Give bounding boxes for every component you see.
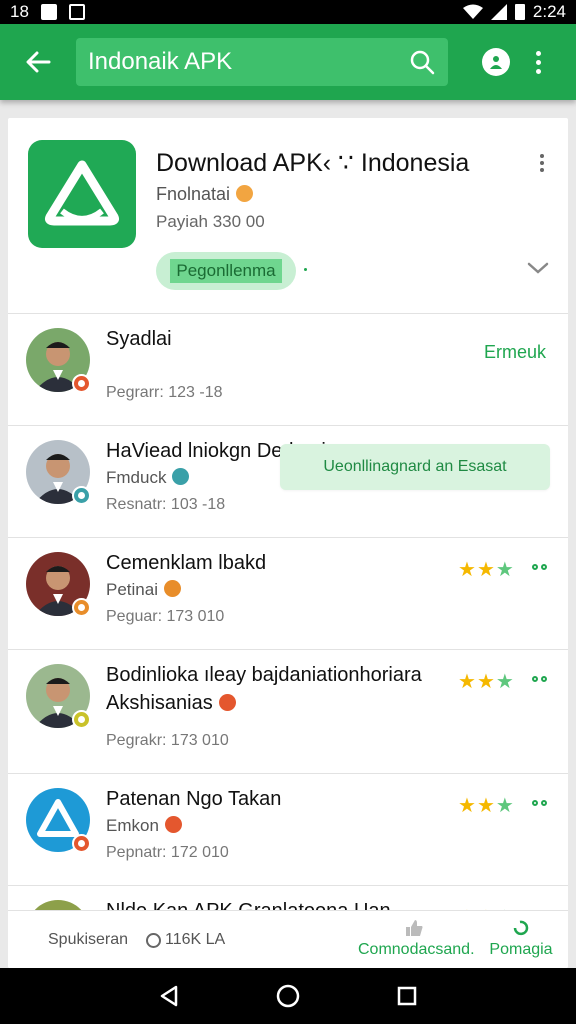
thumb-up-icon	[406, 920, 423, 936]
item-more-icon[interactable]	[532, 800, 547, 806]
emoji-icon	[164, 816, 182, 833]
list-item[interactable]: Syadlai Pegrarr: 123 -18 Ermeuk	[8, 314, 568, 426]
verified-badge-icon	[72, 598, 91, 617]
bottom-count: 116K LA	[146, 931, 225, 949]
status-bar: 18 2:24	[0, 0, 576, 24]
item-subtitle: Fmduck	[106, 468, 190, 488]
search-query[interactable]: Indonaik APK	[88, 48, 408, 76]
rating-stars: ★★★	[458, 560, 514, 580]
profile-button[interactable]	[482, 48, 510, 76]
image-notification-icon	[68, 4, 85, 20]
review-list: Syadlai Pegrarr: 123 -18 Ermeuk HaViead lni…	[8, 314, 568, 968]
star-icon: ★	[495, 795, 514, 817]
list-item[interactable]: Bodinlioka ıleay bajdaniationhoriara Aksh…	[8, 650, 568, 774]
item-title: Syadlai	[106, 328, 172, 350]
star-icon: ★	[476, 795, 495, 817]
bottom-action-button[interactable]: Comnodacsand.	[358, 919, 475, 959]
star-icon: ★	[458, 795, 476, 817]
star-icon: ★	[495, 559, 514, 581]
item-subtitle: Emkon	[106, 816, 182, 836]
item-more-icon[interactable]	[532, 676, 547, 682]
back-button[interactable]	[0, 24, 76, 100]
decor-dot	[304, 268, 307, 271]
app-meta: Payiah 330 00	[156, 212, 265, 231]
bottom-left-label[interactable]: Spukiseran	[48, 931, 128, 949]
search-input[interactable]: Indonaik APK	[76, 38, 448, 86]
install-button[interactable]: Pegonllenma	[156, 252, 296, 290]
triangle-back-icon	[161, 985, 178, 1007]
star-icon: ★	[476, 671, 495, 693]
system-nav-bar	[0, 968, 576, 1024]
bottom-secondary-button[interactable]: Pomagia	[486, 919, 556, 959]
verified-badge-icon	[72, 486, 91, 505]
item-subtitle: Petinai	[106, 580, 181, 600]
item-title: Cemenklam lbakd	[106, 552, 267, 574]
more-options-button[interactable]	[540, 154, 544, 172]
verified-badge-icon	[72, 834, 91, 853]
battery-icon	[514, 4, 525, 20]
nav-back-button[interactable]	[157, 984, 181, 1008]
list-item[interactable]: Patenan Ngo Takan Emkon Pepnatr: 172 010 ★ ★…	[8, 774, 568, 886]
verified-badge-icon	[72, 710, 91, 729]
status-time-left: 18	[10, 2, 29, 21]
item-meta: Resnatr: 103 -18	[106, 496, 226, 513]
status-time: 2:24	[532, 2, 566, 21]
emoji-icon	[236, 185, 254, 202]
item-title: Patenan Ngo Takan	[106, 788, 282, 810]
star-icon: ★	[476, 559, 495, 581]
profile-icon	[490, 56, 502, 69]
item-more-icon[interactable]	[532, 564, 547, 570]
star-icon: ★	[495, 671, 514, 693]
emoji-icon	[218, 694, 236, 711]
search-icon[interactable]	[408, 48, 436, 76]
app-header: Download APK‹ ∵ Indonesia Fnolnatai Payi…	[8, 118, 568, 314]
circle-home-icon	[276, 984, 300, 1008]
app-bar: Indonaik APK	[0, 24, 576, 100]
emoji-icon	[163, 580, 181, 597]
item-meta: Pegrakr: 173 010	[106, 732, 229, 749]
app-developer: Fnolnatai	[156, 184, 254, 205]
notification-icon	[40, 4, 57, 20]
rating-stars: ★★★	[458, 672, 514, 692]
item-action-button[interactable]: Ermeuk	[484, 342, 546, 363]
item-title-line2: Akshisanias	[106, 692, 236, 715]
overflow-menu-button[interactable]	[536, 50, 542, 74]
star-icon: ★	[458, 671, 476, 693]
square-recents-icon	[397, 986, 416, 1006]
emoji-icon	[172, 468, 190, 485]
item-meta: Peguar: 173 010	[106, 608, 225, 625]
signal-icon	[490, 4, 507, 20]
star-icon: ★	[458, 559, 476, 581]
arrow-left-icon	[26, 51, 51, 73]
rating-stars: ★★★	[458, 796, 514, 816]
app-title: Download APK‹ ∵ Indonesia	[156, 149, 470, 177]
app-details-card: Download APK‹ ∵ Indonesia Fnolnatai Payi…	[8, 118, 568, 968]
item-meta: Pepnatr: 172 010	[106, 844, 229, 861]
item-meta: Pegrarr: 123 -18	[106, 384, 223, 401]
nav-home-button[interactable]	[276, 984, 300, 1008]
app-logo-icon	[28, 140, 136, 248]
nav-recents-button[interactable]	[395, 984, 419, 1008]
list-item[interactable]: Cemenklam lbakd Petinai Peguar: 173 010 ★ ★ ★	[8, 538, 568, 650]
wifi-icon	[462, 4, 483, 19]
count-icon	[146, 932, 161, 948]
bottom-action-bar: Spukiseran 116K LA Comnodacsand. Pomagia	[8, 910, 568, 968]
refresh-icon	[513, 920, 529, 936]
toast-message: Ueonllinagnard an Esasat	[280, 444, 550, 490]
chevron-down-icon[interactable]	[526, 256, 550, 280]
install-label: Pegonllenma	[170, 259, 282, 283]
item-title: Bodinlioka ıleay bajdaniationhoriara	[106, 664, 422, 686]
verified-badge-icon	[72, 374, 91, 393]
